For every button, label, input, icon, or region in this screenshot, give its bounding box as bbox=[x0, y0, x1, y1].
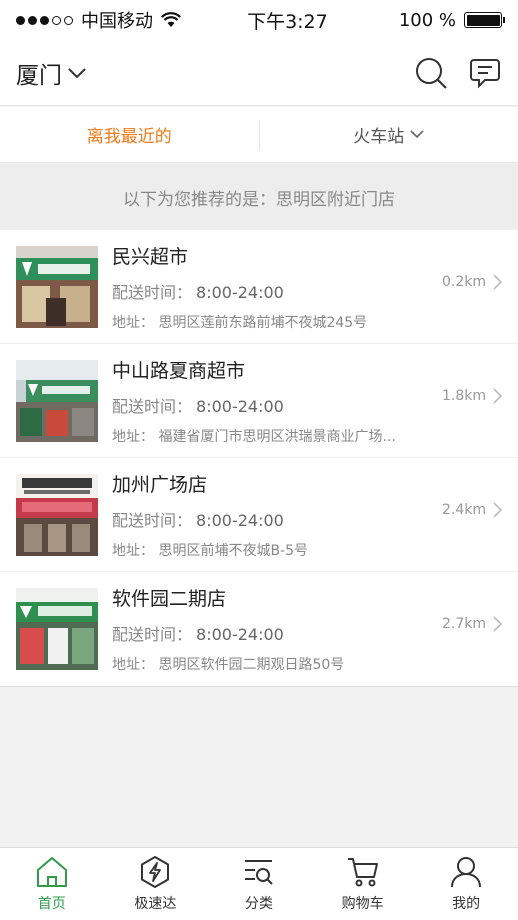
store-item[interactable]: 加州广场店 配送时间： 8:00-24:00 地址： 思明区前埔不夜城B-5号 2… bbox=[0, 458, 518, 572]
distance-value: 1.8km bbox=[441, 388, 486, 404]
home-icon bbox=[36, 857, 67, 887]
delivery-time-label: 配送时间： bbox=[112, 625, 193, 644]
delivery-time-value: 8:00-24:00 bbox=[196, 396, 284, 416]
tab-cart-label: 购物车 bbox=[341, 896, 384, 912]
store-address: 地址： 福建省厦门市思明区洪瑞景商业广场... bbox=[112, 428, 396, 445]
chevron-down-icon bbox=[410, 130, 424, 139]
filter-nearest-label: 离我最近的 bbox=[86, 127, 172, 147]
message-icon[interactable] bbox=[468, 56, 502, 90]
carrier-label: 中国移动 bbox=[81, 11, 153, 32]
battery-icon bbox=[464, 12, 505, 28]
store-item[interactable]: 软件园二期店 配送时间： 8:00-24:00 地址： 思明区软件园二期观日路50… bbox=[0, 572, 518, 686]
store-distance: 2.4km bbox=[442, 502, 502, 518]
delivery-time-label: 配送时间： bbox=[112, 510, 193, 530]
category-search-icon bbox=[244, 860, 273, 885]
store-item[interactable]: 中山路夏商超市 配送时间： 8:00-24:00 地址： 福建省厦门市思明区洪瑞景… bbox=[0, 344, 518, 458]
filter-station[interactable]: 火车站 bbox=[260, 122, 518, 147]
tab-category[interactable]: 分类 bbox=[207, 848, 311, 920]
tab-mine-label: 我的 bbox=[452, 896, 481, 912]
tab-cart[interactable]: 购物车 bbox=[311, 848, 415, 920]
nav-icons bbox=[414, 56, 502, 90]
store-thumbnail bbox=[16, 473, 98, 556]
search-icon[interactable] bbox=[414, 56, 448, 90]
city-label: 厦门 bbox=[16, 62, 62, 89]
chevron-right-icon bbox=[493, 502, 502, 518]
delivery-time-value: 8:00-24:00 bbox=[196, 625, 284, 644]
store-name: 中山路夏商超市 bbox=[112, 359, 246, 382]
store-thumbnail bbox=[16, 588, 98, 670]
store-name: 民兴超市 bbox=[112, 245, 189, 268]
store-name: 加州广场店 bbox=[112, 473, 208, 496]
cart-icon bbox=[347, 858, 378, 887]
battery-label: 100 % bbox=[398, 9, 456, 31]
store-item[interactable]: 民兴超市 配送时间： 8:00-24:00 地址： 思明区莲前东路前埔不夜城245… bbox=[0, 230, 518, 344]
store-thumbnail bbox=[16, 359, 98, 442]
filter-station-label: 火车站 bbox=[353, 127, 405, 147]
delivery-time-label: 配送时间： bbox=[112, 282, 193, 302]
distance-value: 0.2km bbox=[441, 274, 486, 290]
store-address: 地址： 思明区前埔不夜城B-5号 bbox=[112, 542, 309, 559]
tab-home[interactable]: 首页 bbox=[0, 848, 104, 920]
store-name: 软件园二期店 bbox=[112, 588, 227, 610]
store-address: 地址： 思明区软件园二期观日路50号 bbox=[112, 657, 345, 673]
tab-mine[interactable]: 我的 bbox=[414, 848, 518, 920]
store-address: 地址： 思明区莲前东路前埔不夜城245号 bbox=[112, 314, 368, 331]
nav-bar: 厦门 bbox=[0, 40, 518, 106]
status-bar: 中国移动 下午3:27 100 % bbox=[0, 0, 518, 40]
filter-nearest[interactable]: 离我最近的 bbox=[0, 122, 259, 147]
chevron-down-icon bbox=[68, 67, 86, 78]
recommend-banner: 以下为您推荐的是：思明区附近门店 bbox=[0, 164, 518, 230]
user-icon bbox=[451, 857, 482, 888]
delivery-time-label: 配送时间： bbox=[112, 396, 193, 416]
chevron-right-icon bbox=[493, 388, 502, 404]
distance-value: 2.7km bbox=[441, 616, 486, 632]
store-distance: 1.8km bbox=[442, 388, 502, 404]
signal-icon bbox=[16, 15, 73, 25]
filter-bar: 离我最近的 火车站 bbox=[0, 107, 518, 163]
tab-express[interactable]: 极速达 bbox=[104, 848, 208, 920]
status-right: 100 % bbox=[398, 9, 505, 31]
chevron-right-icon bbox=[493, 616, 502, 632]
store-distance: 0.2km bbox=[442, 274, 502, 290]
store-list: 民兴超市 配送时间： 8:00-24:00 地址： 思明区莲前东路前埔不夜城245… bbox=[0, 230, 518, 687]
store-distance: 2.7km bbox=[442, 616, 502, 632]
tab-bar: 首页 极速达 分类 购物车 我的 bbox=[0, 847, 518, 920]
status-time: 下午3:27 bbox=[247, 10, 328, 33]
tab-home-label: 首页 bbox=[37, 896, 66, 912]
store-thumbnail bbox=[16, 245, 98, 328]
chevron-right-icon bbox=[493, 274, 502, 290]
delivery-time-value: 8:00-24:00 bbox=[196, 510, 284, 530]
delivery-time-value: 8:00-24:00 bbox=[196, 282, 284, 302]
city-selector[interactable]: 厦门 bbox=[16, 56, 86, 90]
tab-category-label: 分类 bbox=[244, 896, 273, 912]
distance-value: 2.4km bbox=[441, 502, 486, 518]
lightning-icon bbox=[141, 855, 170, 889]
tab-express-label: 极速达 bbox=[134, 896, 177, 912]
